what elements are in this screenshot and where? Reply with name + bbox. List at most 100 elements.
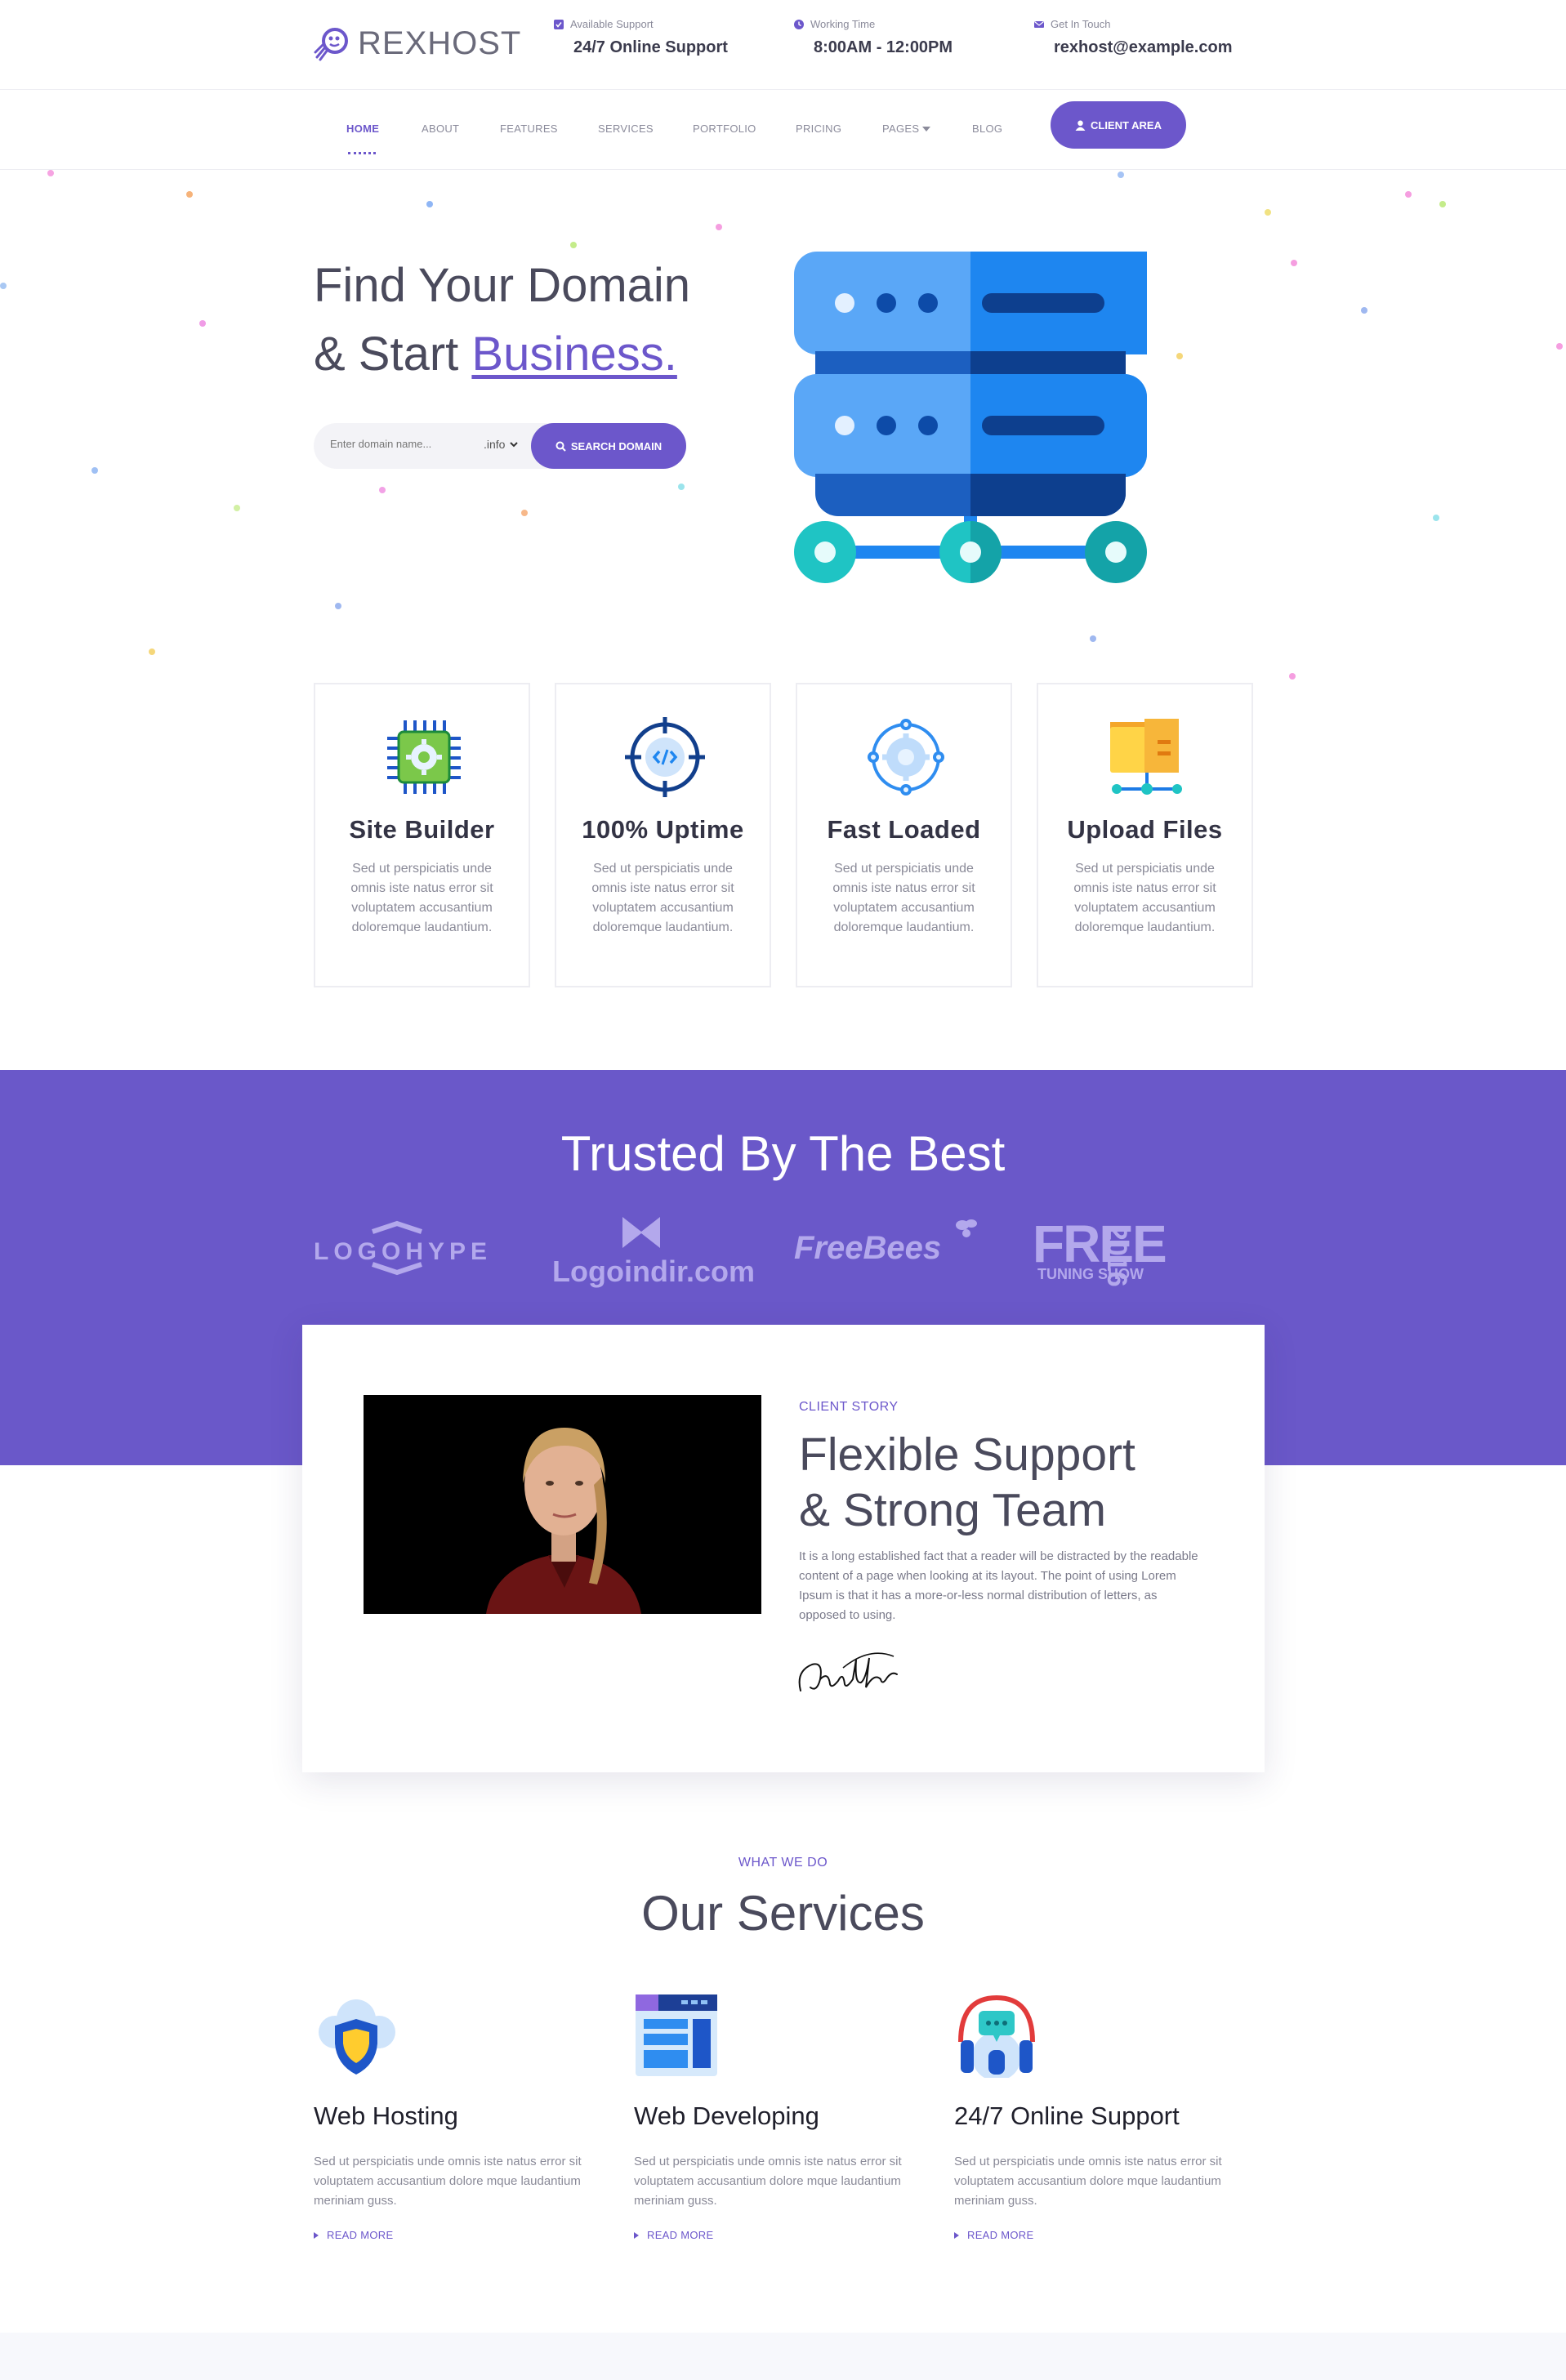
- brand-logo[interactable]: REXHOST: [314, 25, 521, 62]
- confetti-dot: [0, 283, 7, 289]
- confetti-dot: [149, 648, 155, 655]
- main-nav: HOME ABOUT FEATURES SERVICES PORTFOLIO P…: [0, 90, 1566, 170]
- feature-text: Sed ut perspiciatis unde omnis iste natu…: [350, 862, 493, 934]
- confetti-dot: [1291, 260, 1297, 266]
- read-more-link[interactable]: READ MORE: [954, 2229, 1258, 2241]
- nav-features[interactable]: FEATURES: [500, 123, 558, 135]
- mail-icon: [1034, 20, 1044, 28]
- trusted-title: Trusted By The Best: [560, 1126, 1006, 1181]
- read-more-link[interactable]: READ MORE: [634, 2229, 938, 2241]
- confetti-dot: [1405, 191, 1412, 198]
- contact-info: Get In Touch rexhost@example.com: [1034, 18, 1232, 57]
- confetti-dot: [234, 505, 240, 511]
- confetti-dot: [716, 224, 722, 230]
- gear-network-icon: [868, 719, 944, 796]
- clock-icon: [794, 19, 804, 29]
- client-story-card: CLIENT STORY Flexible Support & Strong T…: [302, 1325, 1265, 1772]
- bee-icon: [956, 1219, 977, 1237]
- confetti-dot: [91, 467, 98, 474]
- story-title: Flexible Support & Strong Team: [799, 1427, 1135, 1538]
- time-label: Working Time: [810, 18, 876, 30]
- story-title-line1: Flexible Support: [799, 1428, 1135, 1481]
- service-text: Sed ut perspiciatis unde omnis iste natu…: [954, 2155, 1222, 2208]
- feature-text: Sed ut perspiciatis unde omnis iste natu…: [832, 862, 975, 934]
- services-title: Our Services: [641, 1886, 925, 1941]
- confetti-dot: [426, 201, 433, 207]
- nav-pricing[interactable]: PRICING: [796, 123, 841, 135]
- service-title: 24/7 Online Support: [954, 2101, 1180, 2130]
- search-icon: [555, 441, 566, 452]
- nav-pages-label: PAGES: [882, 123, 920, 135]
- domain-search: .info SEARCH DOMAIN: [314, 423, 686, 469]
- caret-down-icon: [922, 126, 931, 131]
- feature-card[interactable]: Fast Loaded Sed ut perspiciatis unde omn…: [796, 683, 1012, 987]
- active-indicator: [348, 152, 376, 154]
- feature-card[interactable]: 100% Uptime Sed ut perspiciatis unde omn…: [555, 683, 771, 987]
- confetti-dot: [1433, 515, 1439, 521]
- confetti-dot: [1265, 209, 1271, 216]
- caret-right-icon: [954, 2231, 959, 2239]
- feature-card[interactable]: Upload Files Sed ut perspiciatis unde om…: [1037, 683, 1253, 987]
- chip-gear-icon: [387, 720, 461, 794]
- client-photo: [364, 1395, 761, 1614]
- support-info: Available Support 24/7 Online Support: [554, 18, 728, 57]
- nav-pages[interactable]: PAGES: [882, 123, 931, 135]
- checkbox-icon: [554, 19, 564, 29]
- confetti-dot: [47, 170, 54, 176]
- confetti-dot: [1439, 201, 1446, 207]
- logoindir-bowtie-icon: [622, 1217, 660, 1248]
- nav-home[interactable]: HOME: [346, 123, 379, 135]
- nav-about[interactable]: ABOUT: [422, 123, 459, 135]
- signature-image: [798, 1652, 898, 1691]
- tld-select[interactable]: .info: [484, 438, 519, 451]
- nav-services[interactable]: SERVICES: [598, 123, 654, 135]
- story-title-line2: & Strong Team: [799, 1484, 1106, 1536]
- client-area-button[interactable]: CLIENT AREA: [1051, 101, 1186, 149]
- service-title: Web Hosting: [314, 2101, 458, 2130]
- confetti-dot: [1118, 172, 1124, 178]
- headset-chat-icon: [958, 1994, 1035, 2081]
- confetti-dot: [1090, 635, 1096, 642]
- read-more-label: READ MORE: [327, 2229, 394, 2241]
- contact-email[interactable]: rexhost@example.com: [1054, 38, 1232, 57]
- hero-title-line2: & Start Business.: [314, 327, 677, 381]
- support-label: Available Support: [570, 18, 654, 30]
- search-domain-button[interactable]: SEARCH DOMAIN: [531, 423, 686, 469]
- feature-title: Upload Files: [1067, 815, 1223, 844]
- caret-right-icon: [634, 2231, 639, 2239]
- service-text: Sed ut perspiciatis unde omnis iste natu…: [634, 2155, 902, 2208]
- story-eyebrow: CLIENT STORY: [799, 1400, 899, 1414]
- feature-card[interactable]: Site Builder Sed ut perspiciatis unde om…: [314, 683, 530, 987]
- hero-title-accent: Business.: [471, 328, 677, 381]
- feature-text: Sed ut perspiciatis unde omnis iste natu…: [591, 862, 734, 934]
- services-eyebrow: WHAT WE DO: [738, 1856, 828, 1870]
- hero-title-line1: Find Your Domain: [314, 259, 691, 312]
- client-area-label: CLIENT AREA: [1091, 118, 1162, 131]
- logo-icon: [314, 28, 348, 61]
- confetti-dot: [1361, 307, 1367, 314]
- confetti-dot: [1289, 673, 1296, 680]
- chevron-down-icon: [510, 441, 519, 447]
- caret-right-icon: [314, 2231, 319, 2239]
- confetti-dot: [1176, 353, 1183, 359]
- service-text: Sed ut perspiciatis unde omnis iste natu…: [314, 2155, 582, 2208]
- feature-text: Sed ut perspiciatis unde omnis iste natu…: [1073, 862, 1216, 934]
- confetti-dot: [199, 320, 206, 327]
- brand-logohype: LOGOHYPE: [314, 1238, 493, 1265]
- domain-search-input[interactable]: [330, 438, 461, 450]
- service-item: Web Developing Sed ut perspiciatis unde …: [634, 1993, 938, 2241]
- support-value: 24/7 Online Support: [573, 38, 728, 56]
- contact-label: Get In Touch: [1051, 18, 1111, 30]
- confetti-dot: [521, 510, 528, 516]
- user-icon: [1075, 120, 1086, 131]
- read-more-link[interactable]: READ MORE: [314, 2229, 618, 2241]
- confetti-dot: [379, 487, 386, 493]
- brand-name: REXHOST: [358, 25, 522, 61]
- confetti-dot: [1556, 343, 1563, 350]
- nav-portfolio[interactable]: PORTFOLIO: [693, 123, 756, 135]
- browser-layout-icon: [636, 1994, 717, 2076]
- brand-year: 2016: [1101, 1225, 1132, 1287]
- feature-title: Site Builder: [349, 815, 495, 844]
- nav-blog[interactable]: BLOG: [972, 123, 1002, 135]
- tld-selected-value: .info: [484, 438, 506, 451]
